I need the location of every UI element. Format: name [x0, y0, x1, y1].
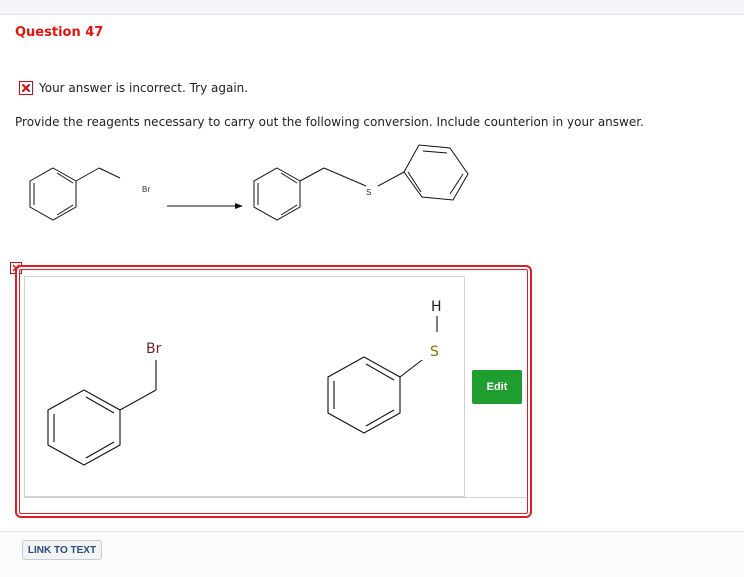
drawing-canvas[interactable]: Br H S	[24, 276, 465, 497]
incorrect-x-icon	[19, 81, 33, 95]
question-prompt: Provide the reagents necessary to carry …	[15, 115, 644, 129]
product-s-label: S	[366, 188, 371, 197]
top-band	[0, 0, 744, 15]
answer-structures: Br H S	[47, 299, 442, 466]
answer-thiophenol	[327, 316, 438, 434]
answer-benzyl-bromide	[47, 360, 157, 466]
feedback-row: Your answer is incorrect. Try again.	[19, 80, 248, 96]
link-to-text-button[interactable]: LINK TO TEXT	[22, 540, 102, 560]
reaction-scheme: Br S	[29, 144, 469, 221]
product-benzyl-phenyl-sulfide	[253, 144, 469, 221]
question-title: Question 47	[15, 25, 104, 40]
edit-button[interactable]: Edit	[472, 370, 522, 404]
reaction-arrow	[167, 203, 243, 209]
reactant-br-label: Br	[142, 185, 150, 194]
feedback-text: Your answer is incorrect. Try again.	[39, 81, 249, 95]
answer-h-label: H	[431, 299, 442, 315]
canvas-divider	[24, 497, 526, 498]
answer-br-label: Br	[146, 341, 162, 357]
answer-s-label: S	[430, 344, 439, 360]
footer-band	[0, 531, 744, 577]
reactant-benzyl-bromide	[29, 167, 121, 221]
